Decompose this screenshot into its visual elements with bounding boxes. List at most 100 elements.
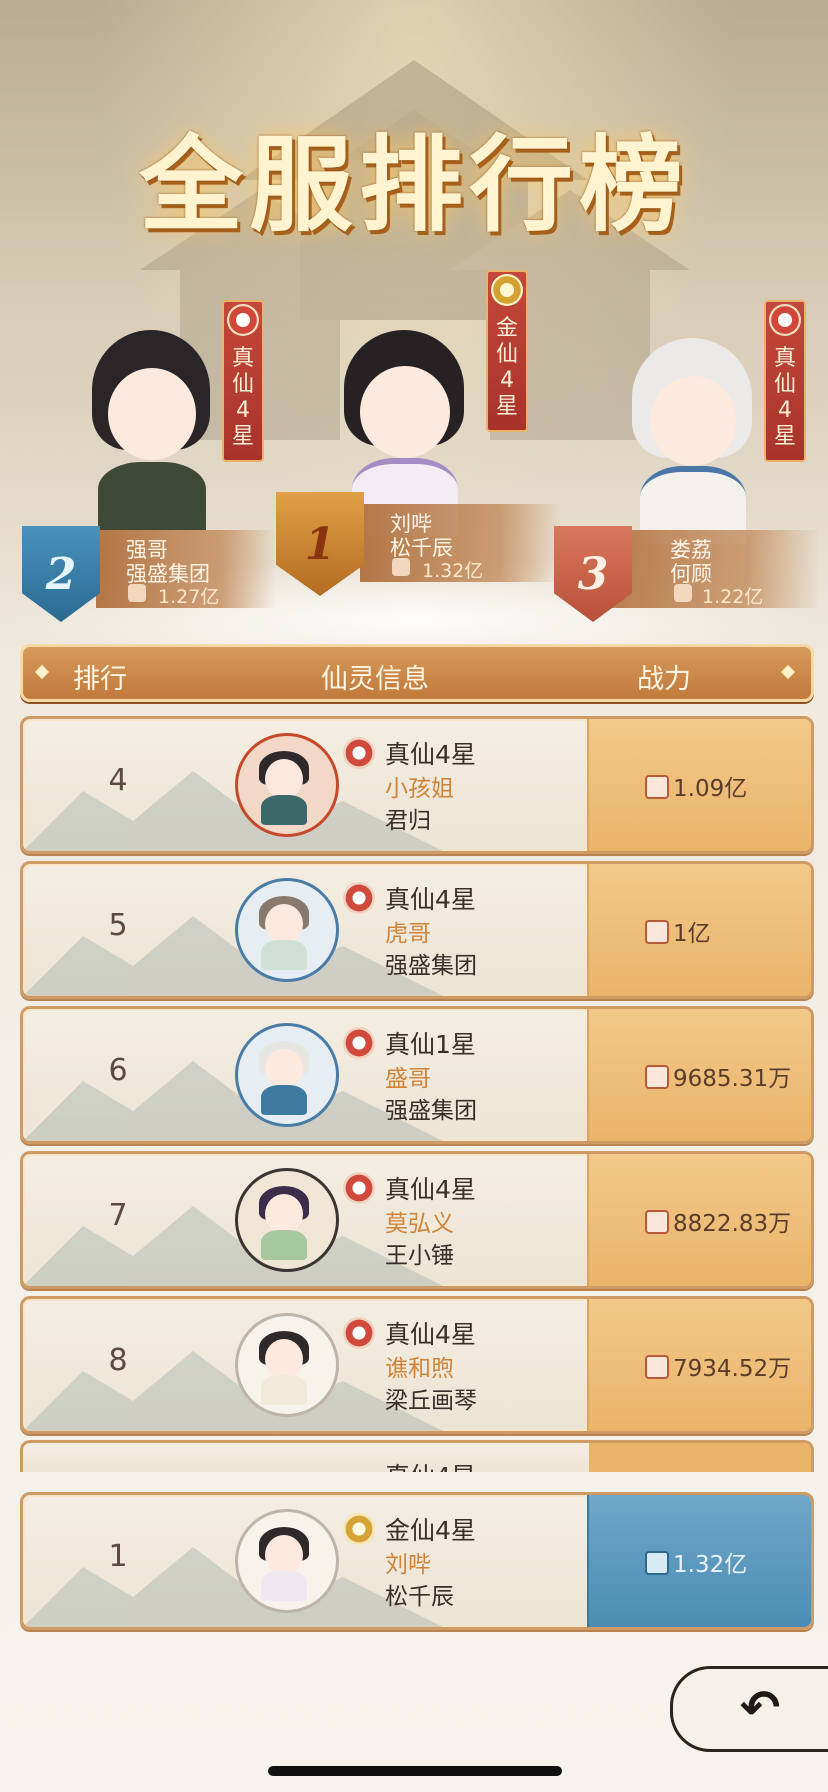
list-item[interactable]: 8 真仙4星 谯和煦 梁丘画琴 7934.52万 — [20, 1296, 814, 1434]
divider — [0, 1472, 828, 1486]
guild-name: 王小锤 — [385, 1243, 454, 1269]
tier-ribbon: 真 仙 4 星 — [764, 300, 806, 462]
power-value: 1.27亿 — [158, 586, 220, 608]
rank-number: 1 — [108, 1539, 128, 1574]
guild-name: 君归 — [385, 808, 431, 834]
list-item[interactable]: 4 真仙4星 小孩姐 君归 1.09亿 — [20, 716, 814, 854]
power-icon — [645, 1210, 669, 1234]
avatar — [235, 1509, 339, 1613]
power-icon — [645, 1065, 669, 1089]
power-icon — [645, 775, 669, 799]
rank-number: 1 — [304, 518, 336, 570]
player-name: 虎哥 — [385, 921, 431, 947]
power-value: 8822.83万 — [673, 1211, 792, 1237]
tier-ribbon: 金 仙 4 星 — [486, 270, 528, 432]
podium-rank-2[interactable]: 真 仙 4 星 强哥 强盛集团 1.27亿 2 — [0, 290, 280, 622]
list-item-partial[interactable]: 真仙4星 — [20, 1440, 814, 1475]
avatar — [235, 1313, 339, 1417]
flower-emblem-icon — [343, 1027, 375, 1059]
power-value: 9685.31万 — [673, 1066, 792, 1092]
flower-emblem-icon — [491, 274, 523, 306]
header-power: 战力 — [637, 664, 691, 695]
list-item[interactable]: 6 真仙1星 盛哥 强盛集团 9685.31万 — [20, 1006, 814, 1144]
rank-number: 6 — [108, 1053, 128, 1088]
tier-label: 真仙4星 — [385, 1320, 476, 1349]
tier-char: 4 — [500, 368, 514, 393]
tier-char: 星 — [231, 424, 254, 449]
power-value: 1亿 — [673, 921, 711, 947]
self-rank-row[interactable]: 1 金仙4星 刘哔 松千辰 1.32亿 — [20, 1492, 814, 1630]
flower-emblem-icon — [343, 1513, 375, 1545]
avatar — [632, 338, 754, 544]
nameplate: 强哥 强盛集团 1.27亿 — [96, 530, 276, 608]
guild-name: 强盛集团 — [385, 953, 477, 979]
list-item[interactable]: 5 真仙4星 虎哥 强盛集团 1亿 — [20, 861, 814, 999]
guild-name: 梁丘画琴 — [385, 1388, 477, 1414]
rank-number: 7 — [108, 1198, 128, 1233]
rank-badge: 1 — [276, 492, 364, 596]
power-icon — [645, 1355, 669, 1379]
tier-ribbon: 真 仙 4 星 — [222, 300, 264, 462]
tier-label: 真仙4星 — [385, 1175, 476, 1204]
rank-number: 3 — [577, 548, 609, 600]
tier-char: 仙 — [231, 372, 254, 397]
power-value: 1.22亿 — [702, 586, 764, 608]
home-indicator[interactable] — [268, 1766, 562, 1776]
player-name: 盛哥 — [385, 1066, 431, 1092]
rank-number: 8 — [108, 1343, 128, 1378]
podium-rank-1[interactable]: 金 仙 4 星 刘哔 松千辰 1.32亿 1 — [276, 260, 576, 600]
power-icon — [128, 584, 146, 602]
tier-label: 真仙4星 — [385, 740, 476, 769]
power-value: 7934.52万 — [673, 1356, 792, 1382]
tier-char: 真 — [231, 346, 254, 371]
flower-emblem-icon — [343, 737, 375, 769]
power-value: 1.09亿 — [673, 776, 748, 802]
header-rank: 排行 — [73, 664, 127, 695]
rank-badge: 2 — [22, 526, 100, 622]
avatar — [235, 733, 339, 837]
tier-char: 真 — [773, 346, 796, 371]
tier-char: 4 — [778, 398, 792, 423]
back-arrow-icon[interactable]: ↶ — [740, 1680, 780, 1736]
flower-emblem-icon — [227, 304, 259, 336]
avatar — [235, 1168, 339, 1272]
table-header: 排行 仙灵信息 战力 — [20, 644, 814, 702]
rank-number: 4 — [108, 763, 128, 798]
tier-label: 真仙1星 — [385, 1030, 476, 1059]
power-value: 1.32亿 — [422, 560, 484, 582]
tier-char: 仙 — [495, 342, 518, 367]
tier-char: 星 — [495, 394, 518, 419]
tier-char: 星 — [773, 424, 796, 449]
guild-name: 强盛集团 — [385, 1098, 477, 1124]
header-info: 仙灵信息 — [321, 664, 429, 695]
player-name: 莫弘义 — [385, 1211, 454, 1237]
power-value: 1.32亿 — [673, 1552, 748, 1578]
avatar — [235, 878, 339, 982]
power-icon — [645, 1551, 669, 1575]
rank-number: 5 — [108, 908, 128, 943]
player-name: 小孩姐 — [385, 776, 454, 802]
guild-name: 松千辰 — [385, 1584, 454, 1610]
rank-number: 2 — [45, 548, 77, 600]
avatar — [92, 330, 212, 530]
nameplate: 刘哔 松千辰 1.32亿 — [360, 504, 560, 582]
power-cell — [589, 1443, 811, 1475]
power-icon — [674, 584, 692, 602]
tier-char: 仙 — [773, 372, 796, 397]
tier-label: 金仙4星 — [385, 1516, 476, 1545]
tier-char: 4 — [236, 398, 250, 423]
flower-emblem-icon — [343, 1317, 375, 1349]
flower-emblem-icon — [769, 304, 801, 336]
page-title: 全服排行榜 — [138, 123, 689, 246]
flower-emblem-icon — [343, 1172, 375, 1204]
podium-rank-3[interactable]: 真 仙 4 星 娄荔 何顾 1.22亿 3 — [550, 290, 828, 622]
power-icon — [392, 558, 410, 576]
avatar — [235, 1023, 339, 1127]
player-name: 刘哔 — [385, 1552, 431, 1578]
player-name: 谯和煦 — [385, 1356, 454, 1382]
list-item[interactable]: 7 真仙4星 莫弘义 王小锤 8822.83万 — [20, 1151, 814, 1289]
tier-label: 真仙4星 — [385, 885, 476, 914]
tier-char: 金 — [495, 316, 518, 341]
flower-emblem-icon — [343, 882, 375, 914]
power-icon — [645, 920, 669, 944]
